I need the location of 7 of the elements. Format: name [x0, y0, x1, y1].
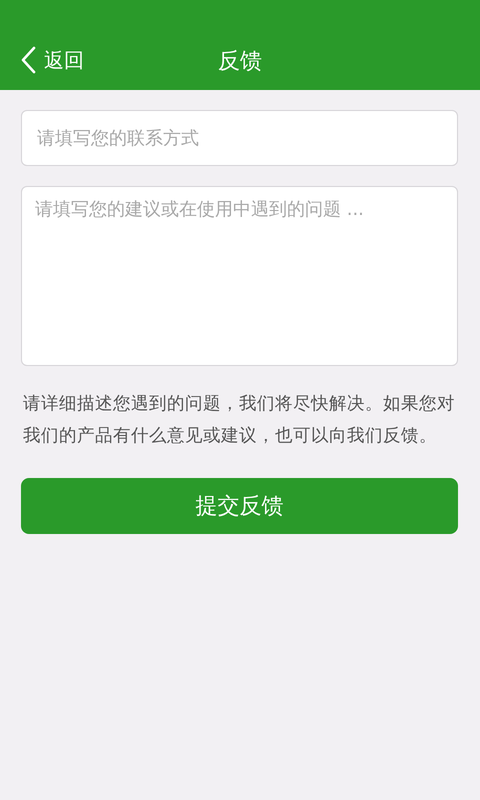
feedback-field[interactable]: 请填写您的建议或在使用中遇到的问题 ... [21, 186, 458, 366]
page-title: 反馈 [218, 48, 262, 76]
back-button[interactable]: 返回 [20, 46, 84, 74]
hint-text: 请详细描述您遇到的问题，我们将尽快解决。如果您对我们的产品有什么意见或建议，也可以向我们反馈。 [23, 393, 456, 448]
submit-button[interactable]: 提交反馈 [21, 478, 458, 534]
contact-field[interactable]: 请填写您的联系方式 [21, 110, 458, 166]
back-icon [20, 46, 36, 74]
